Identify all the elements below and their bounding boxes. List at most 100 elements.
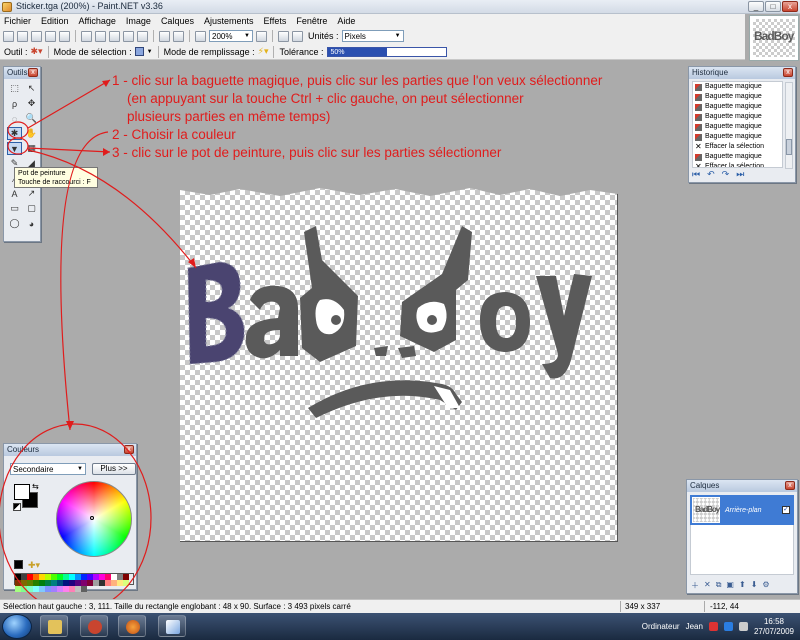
scrollbar-thumb[interactable]: [786, 139, 792, 155]
menu-image[interactable]: Image: [126, 16, 151, 26]
selection-mode-icon[interactable]: [134, 47, 144, 56]
lasso-select-tool-icon[interactable]: ρ: [7, 97, 22, 110]
fill-mode-lightning-icon[interactable]: ⚡▾: [258, 46, 269, 57]
ellipse-tool-icon[interactable]: ◯: [7, 217, 22, 230]
menu-effets[interactable]: Effets: [264, 16, 287, 26]
paste-icon[interactable]: [109, 30, 120, 42]
volume-icon[interactable]: [738, 622, 748, 631]
history-item[interactable]: Baguette magique: [693, 122, 782, 132]
history-item[interactable]: ✕ Effacer la sélection: [693, 162, 782, 168]
menu-affichage[interactable]: Affichage: [79, 16, 116, 26]
history-item[interactable]: Baguette magique: [693, 132, 782, 142]
color-wheel[interactable]: [56, 481, 132, 557]
text-tool-icon[interactable]: A: [7, 187, 22, 200]
close-icon[interactable]: x: [785, 481, 795, 490]
redo-icon[interactable]: [173, 30, 184, 42]
image-canvas[interactable]: [180, 180, 618, 542]
palette-swatch[interactable]: [81, 586, 87, 592]
ellipse-select-tool-icon[interactable]: ◌: [7, 112, 22, 125]
duplicate-layer-icon[interactable]: ⧉: [716, 580, 722, 591]
palette-add-icon[interactable]: ✚▾: [28, 560, 40, 571]
add-layer-icon[interactable]: ＋: [691, 580, 699, 591]
undo-icon[interactable]: [159, 30, 170, 42]
close-icon[interactable]: x: [28, 68, 38, 77]
move-selection-tool-icon[interactable]: ↖: [24, 82, 39, 95]
delete-layer-icon[interactable]: ✕: [704, 580, 711, 591]
rounded-rectangle-tool-icon[interactable]: ▢: [24, 202, 39, 215]
layer-properties-icon[interactable]: ⚙: [762, 580, 769, 591]
units-select[interactable]: Pixels ▼: [341, 30, 404, 42]
menu-fichier[interactable]: Fichier: [4, 16, 31, 26]
move-layer-down-icon[interactable]: ⬇: [751, 580, 758, 591]
tray-user-label[interactable]: Jean: [686, 622, 703, 631]
undo-icon[interactable]: ↶: [707, 169, 715, 180]
grid-icon[interactable]: [278, 30, 289, 42]
deselect-icon[interactable]: [137, 30, 148, 42]
history-item[interactable]: ✕ Effacer la sélection: [693, 142, 782, 152]
zoom-in-icon[interactable]: [256, 30, 267, 42]
zoom-tool-icon[interactable]: 🔍: [24, 112, 39, 125]
palette-swatch[interactable]: [123, 580, 129, 586]
palette-menu-icon[interactable]: [14, 560, 23, 569]
network-icon[interactable]: [723, 622, 733, 631]
magic-wand-tool-icon[interactable]: ✱: [7, 127, 22, 140]
move-layer-up-icon[interactable]: ⬆: [739, 580, 746, 591]
layer-row[interactable]: BadBoy Arrière-plan ✓: [690, 495, 794, 525]
tray-computer-label[interactable]: Ordinateur: [642, 622, 680, 631]
close-button[interactable]: x: [782, 1, 798, 12]
crop-icon[interactable]: [123, 30, 134, 42]
history-item[interactable]: Baguette magique: [693, 92, 782, 102]
rewind-icon[interactable]: ⏮: [692, 169, 700, 180]
more-colors-button[interactable]: Plus >>: [92, 463, 136, 475]
cut-icon[interactable]: [81, 30, 92, 42]
tolerance-slider[interactable]: 50%: [326, 46, 447, 57]
menu-edition[interactable]: Edition: [41, 16, 69, 26]
ruler-icon[interactable]: [292, 30, 303, 42]
primary-color-swatch[interactable]: [14, 484, 30, 500]
swap-colors-icon[interactable]: ⇆: [32, 482, 39, 491]
antivirus-icon[interactable]: [708, 622, 718, 631]
chevron-down-icon[interactable]: ▼: [147, 49, 153, 55]
reset-colors-icon[interactable]: [13, 503, 21, 511]
pan-tool-icon[interactable]: ✋: [24, 127, 39, 140]
merge-layer-icon[interactable]: ▣: [726, 580, 734, 591]
menu-fenetre[interactable]: Fenêtre: [296, 16, 327, 26]
menu-ajustements[interactable]: Ajustements: [204, 16, 254, 26]
zoom-select[interactable]: 200% ▼: [209, 30, 253, 42]
history-item[interactable]: Baguette magique: [693, 152, 782, 162]
freeform-shape-tool-icon[interactable]: ◕: [24, 217, 39, 230]
line-curve-tool-icon[interactable]: ↗: [24, 187, 39, 200]
print-icon[interactable]: [45, 30, 56, 42]
tray-clock[interactable]: 16:58 27/07/2009: [754, 617, 794, 637]
rectangle-tool-icon[interactable]: ▭: [7, 202, 22, 215]
history-scrollbar[interactable]: [785, 82, 793, 169]
taskbar-explorer-button[interactable]: [40, 615, 68, 637]
tool-select-paint-bucket-icon[interactable]: ✱▾: [31, 46, 43, 57]
menu-calques[interactable]: Calques: [161, 16, 194, 26]
minimize-button[interactable]: _: [748, 1, 764, 12]
new-file-icon[interactable]: [3, 30, 14, 42]
rectangle-select-tool-icon[interactable]: ⬚: [7, 82, 22, 95]
move-selected-tool-icon[interactable]: ✥: [24, 97, 39, 110]
menu-aide[interactable]: Aide: [337, 16, 355, 26]
zoom-out-icon[interactable]: [195, 30, 206, 42]
history-item[interactable]: Baguette magique: [693, 82, 782, 92]
zoom-preview-icon[interactable]: [59, 30, 70, 42]
layer-visibility-checkbox[interactable]: ✓: [782, 506, 790, 514]
fast-forward-icon[interactable]: ⏭: [736, 169, 744, 180]
open-file-icon[interactable]: [17, 30, 28, 42]
taskbar-media-button[interactable]: [80, 615, 108, 637]
taskbar-paintnet-button[interactable]: [158, 615, 186, 637]
paint-bucket-tool-icon[interactable]: ▼: [7, 142, 22, 155]
maximize-button[interactable]: □: [765, 1, 781, 12]
history-item[interactable]: Baguette magique: [693, 112, 782, 122]
save-file-icon[interactable]: [31, 30, 42, 42]
gradient-tool-icon[interactable]: ▦: [24, 142, 39, 155]
redo-icon[interactable]: ↷: [722, 169, 730, 180]
taskbar-firefox-button[interactable]: [118, 615, 146, 637]
image-thumbnail[interactable]: BadBoy: [749, 15, 799, 61]
close-icon[interactable]: x: [124, 445, 134, 454]
close-icon[interactable]: x: [783, 68, 793, 77]
start-button[interactable]: [2, 614, 32, 639]
color-mode-select[interactable]: Secondaire ▼: [10, 463, 86, 475]
